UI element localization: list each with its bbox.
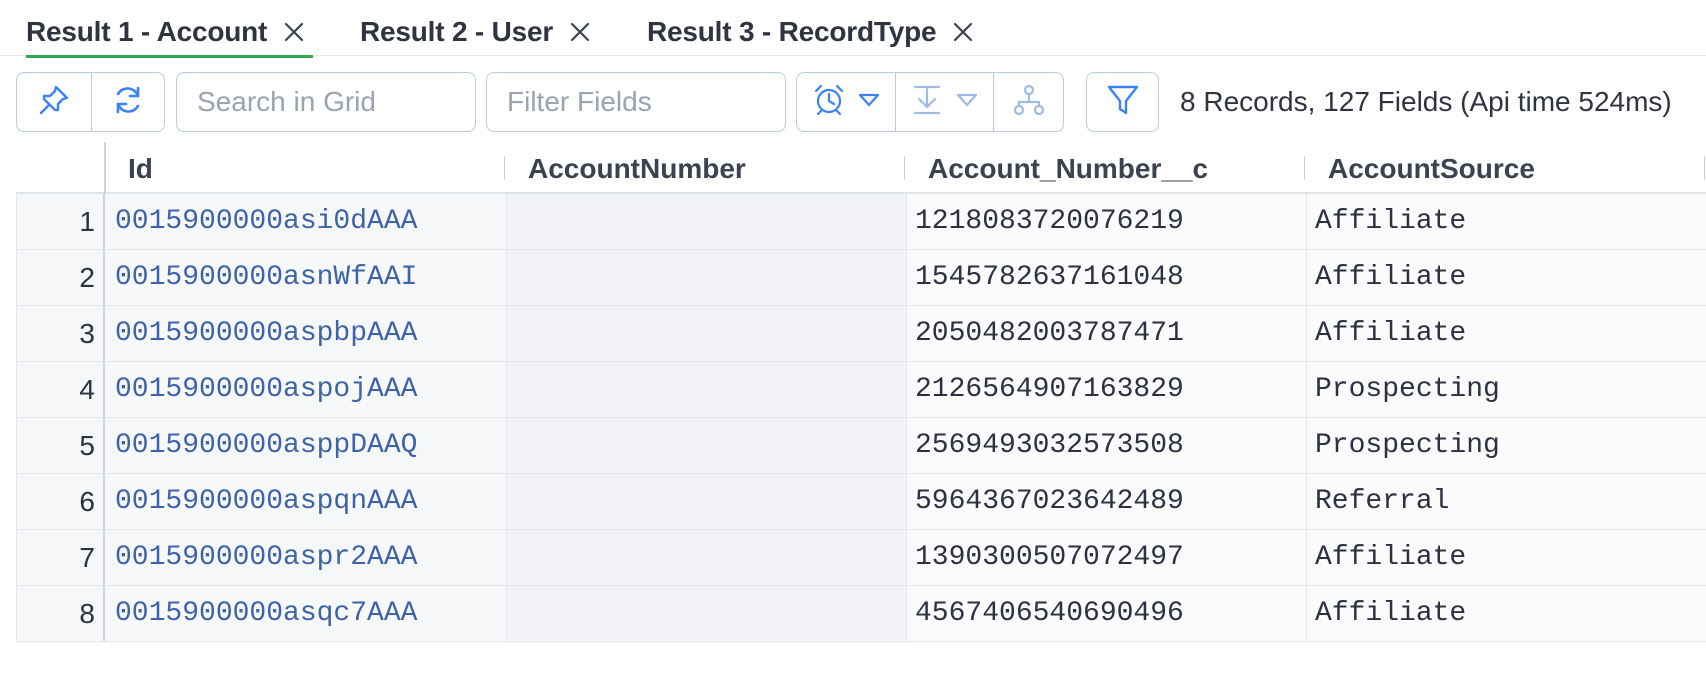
pin-icon xyxy=(37,83,71,122)
table-row[interactable]: 3 0015900000aspbpAAA 2050482003787471 Af… xyxy=(17,306,1706,362)
tab-result-3-recordtype[interactable]: Result 3 - RecordType xyxy=(647,14,974,56)
column-resize-handle[interactable] xyxy=(1704,156,1705,180)
row-number-divider xyxy=(104,142,106,194)
refresh-button[interactable] xyxy=(90,73,165,131)
refresh-icon xyxy=(111,83,145,122)
column-header-accountnumber[interactable]: AccountNumber xyxy=(528,142,746,192)
results-grid: Id AccountNumber Account_Number__c Accou… xyxy=(16,142,1706,642)
account-number-cell[interactable] xyxy=(507,250,907,305)
account-number-c-cell[interactable]: 1545782637161048 xyxy=(907,250,1307,305)
record-id-link[interactable]: 0015900000aspojAAA xyxy=(107,362,507,417)
row-number: 4 xyxy=(17,362,105,417)
column-resize-handle[interactable] xyxy=(904,156,905,180)
row-number: 3 xyxy=(17,306,105,361)
close-icon[interactable] xyxy=(569,21,591,43)
column-header-accountsource[interactable]: AccountSource xyxy=(1328,142,1535,192)
tab-result-1-account[interactable]: Result 1 - Account xyxy=(26,14,314,58)
chevron-down-icon xyxy=(858,93,880,112)
column-resize-handle[interactable] xyxy=(1304,156,1305,180)
row-number: 7 xyxy=(17,530,105,585)
column-resize-handle[interactable] xyxy=(504,156,505,180)
account-number-cell[interactable] xyxy=(507,306,907,361)
table-row[interactable]: 8 0015900000asqc7AAA 4567406540690496 Af… xyxy=(17,586,1706,642)
column-header-id[interactable]: Id xyxy=(128,142,153,192)
account-source-cell[interactable]: Affiliate xyxy=(1307,530,1706,585)
account-number-c-cell[interactable]: 2126564907163829 xyxy=(907,362,1307,417)
account-source-cell[interactable]: Affiliate xyxy=(1307,250,1706,305)
account-number-cell[interactable] xyxy=(507,362,907,417)
account-number-c-cell[interactable]: 4567406540690496 xyxy=(907,586,1307,641)
table-row[interactable]: 2 0015900000asnWfAAI 1545782637161048 Af… xyxy=(17,250,1706,306)
filter-fields-input[interactable] xyxy=(507,86,785,118)
hierarchy-icon xyxy=(1012,83,1046,122)
account-number-cell[interactable] xyxy=(507,474,907,529)
account-source-cell[interactable]: Referral xyxy=(1307,474,1706,529)
result-tabs: Result 1 - Account Result 2 - User Resul… xyxy=(0,0,1706,58)
account-number-c-cell[interactable]: 2569493032573508 xyxy=(907,418,1307,473)
account-source-cell[interactable]: Affiliate xyxy=(1307,306,1706,361)
row-number: 2 xyxy=(17,250,105,305)
row-number: 8 xyxy=(17,586,105,641)
alarm-dropdown-button[interactable] xyxy=(797,73,895,131)
record-id-link[interactable]: 0015900000asppDAAQ xyxy=(107,418,507,473)
filter-fields-field xyxy=(486,72,786,132)
grid-toolbar: 8 Records, 127 Fields (Api time 524ms) xyxy=(0,70,1706,134)
record-id-link[interactable]: 0015900000asi0dAAA xyxy=(107,194,507,249)
account-number-c-cell[interactable]: 1390300507072497 xyxy=(907,530,1307,585)
record-id-link[interactable]: 0015900000aspqnAAA xyxy=(107,474,507,529)
account-source-cell[interactable]: Prospecting xyxy=(1307,418,1706,473)
record-id-link[interactable]: 0015900000aspbpAAA xyxy=(107,306,507,361)
account-number-cell[interactable] xyxy=(507,586,907,641)
record-id-link[interactable]: 0015900000asqc7AAA xyxy=(107,586,507,641)
tab-label: Result 3 - RecordType xyxy=(647,16,937,47)
grid-body: 1 0015900000asi0dAAA 1218083720076219 Af… xyxy=(16,194,1706,642)
tab-result-2-user[interactable]: Result 2 - User xyxy=(360,14,591,56)
tab-label: Result 1 - Account xyxy=(26,16,268,47)
account-number-cell[interactable] xyxy=(507,418,907,473)
table-row[interactable]: 5 0015900000asppDAAQ 2569493032573508 Pr… xyxy=(17,418,1706,474)
records-status: 8 Records, 127 Fields (Api time 524ms) xyxy=(1180,86,1672,117)
table-row[interactable]: 4 0015900000aspojAAA 2126564907163829 Pr… xyxy=(17,362,1706,418)
grid-header: Id AccountNumber Account_Number__c Accou… xyxy=(16,142,1706,194)
download-icon xyxy=(912,83,942,122)
account-number-c-cell[interactable]: 5964367023642489 xyxy=(907,474,1307,529)
table-row[interactable]: 7 0015900000aspr2AAA 1390300507072497 Af… xyxy=(17,530,1706,586)
funnel-icon xyxy=(1106,83,1140,122)
close-icon[interactable] xyxy=(952,21,974,43)
close-icon[interactable] xyxy=(283,21,305,43)
record-id-link[interactable]: 0015900000asnWfAAI xyxy=(107,250,507,305)
pin-refresh-group xyxy=(16,72,165,132)
filter-button-group xyxy=(1086,72,1159,132)
search-input[interactable] xyxy=(197,86,475,118)
search-in-grid-field xyxy=(176,72,476,132)
row-number: 5 xyxy=(17,418,105,473)
table-row[interactable]: 6 0015900000aspqnAAA 5964367023642489 Re… xyxy=(17,474,1706,530)
account-source-cell[interactable]: Affiliate xyxy=(1307,586,1706,641)
row-number: 1 xyxy=(17,194,105,249)
row-number: 6 xyxy=(17,474,105,529)
account-number-cell[interactable] xyxy=(507,530,907,585)
account-source-cell[interactable]: Prospecting xyxy=(1307,362,1706,417)
chevron-down-icon xyxy=(956,93,978,112)
hierarchy-button[interactable] xyxy=(993,73,1063,131)
tab-label: Result 2 - User xyxy=(360,16,554,47)
table-row[interactable]: 1 0015900000asi0dAAA 1218083720076219 Af… xyxy=(17,194,1706,250)
alarm-clock-icon xyxy=(812,83,846,122)
filter-button[interactable] xyxy=(1087,73,1158,131)
account-number-c-cell[interactable]: 2050482003787471 xyxy=(907,306,1307,361)
account-source-cell[interactable]: Affiliate xyxy=(1307,194,1706,249)
account-number-c-cell[interactable]: 1218083720076219 xyxy=(907,194,1307,249)
column-header-account-number-c[interactable]: Account_Number__c xyxy=(928,142,1208,192)
scheduling-download-group xyxy=(796,72,1064,132)
account-number-cell[interactable] xyxy=(507,194,907,249)
record-id-link[interactable]: 0015900000aspr2AAA xyxy=(107,530,507,585)
download-dropdown-button[interactable] xyxy=(895,73,993,131)
pin-button[interactable] xyxy=(17,73,91,131)
